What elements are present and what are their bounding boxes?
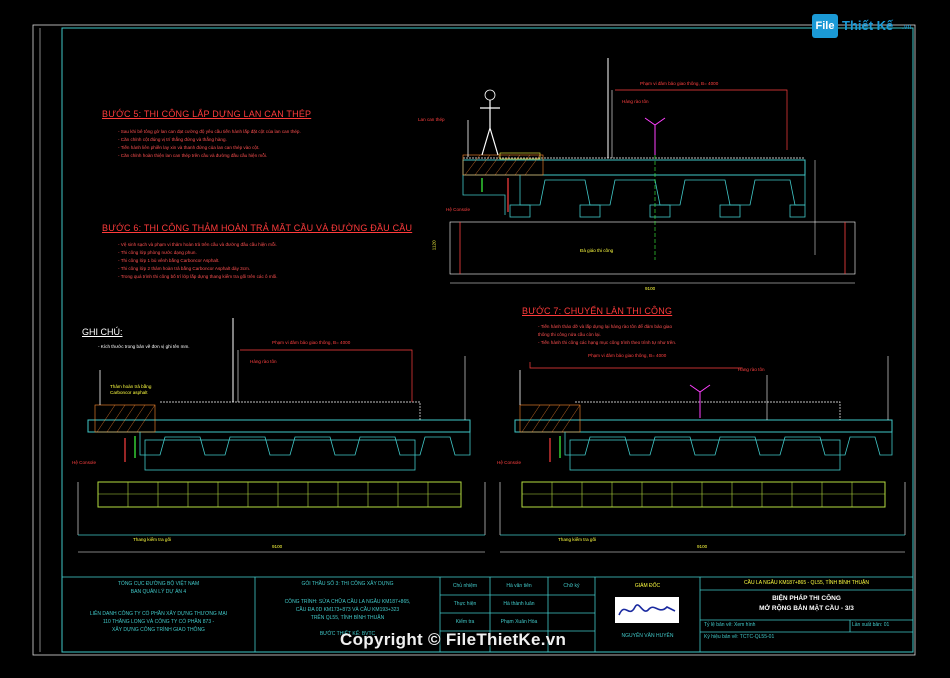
tb-contractor-3: XÂY DỰNG CÔNG TRÌNH GIAO THÔNG (112, 627, 205, 633)
outer-frame (32, 24, 916, 656)
tb-drawing-title-1: BIỆN PHÁP THI CÔNG (772, 595, 841, 602)
step6-title: BƯỚC 6: THI CÔNG THẢM HOÀN TRẢ MẶT CẦU V… (102, 223, 413, 233)
tb-name-3: Phạm Xuân Hòa (500, 619, 538, 625)
logo-name: Thiết Kế (842, 18, 894, 33)
railing-label: Lan can thép (418, 117, 445, 122)
tb-director-title: GIÁM ĐỐC (634, 583, 661, 589)
step5-note-2: - Căn chỉnh cột đúng vị trí thẳng đứng v… (118, 137, 227, 142)
step7-note-1: - Tiến hành tháo dỡ và lắp dựng lại hàng… (538, 324, 673, 329)
note-title: GHI CHÚ: (82, 327, 123, 337)
logo-domain: .vn (902, 24, 912, 31)
tb-sheet-no: Ký hiệu bản vẽ: TCTC-QL55-01 (704, 634, 775, 640)
step6-note-5: - Trong quá trình thi công bố trí lớp lắ… (118, 274, 278, 279)
dim-height: 1120 (431, 240, 437, 251)
tb-project-1: CÔNG TRÌNH: SỬA CHỮA CẦU LA NGÂU KM187+8… (284, 599, 411, 605)
console-label-right: Hệ Console (497, 460, 522, 465)
copyright-watermark: Copyright © FileThietKe.vn (340, 630, 567, 649)
tb-contractor-1: LIÊN DANH CÔNG TY CỔ PHẦN XÂY DỰNG THƯƠN… (89, 611, 228, 617)
tb-drawing-title-2: MỞ RỘNG BẢN MẶT CẦU - 3/3 (759, 605, 854, 612)
asphalt-label: Thảm hoàn trả bằng Carboncor asphalt (110, 384, 152, 395)
ladder-label-left: Thang kiểm tra gối (133, 537, 172, 542)
step5-note-4: - Căn chỉnh hoàn thiện lan can thép trên… (118, 153, 268, 158)
note-text: - Kích thước trong bản vẽ đơn vị ghi tên… (98, 344, 190, 349)
dim-right: 9100 (697, 544, 708, 549)
fence-label-right: Hàng rào tôn (738, 367, 765, 372)
section-top (449, 58, 856, 284)
tb-project-3: TRÊN QL55, TỈNH BÌNH THUẬN (310, 615, 385, 621)
tb-project-2: CẦU ĐA 0D KM173+873 VÀ CẦU KM193+323 (295, 607, 400, 613)
dim-left: 9100 (272, 544, 283, 549)
step6-note-4: - Thi công lớp 2 thảm hoàn trả bằng Carb… (118, 266, 251, 271)
traffic-range-label-top: Phạm vi đảm bảo giao thông, B= 4000 (640, 81, 719, 86)
console-label-left: Hệ Console (72, 460, 97, 465)
fence-label-left: Hàng rào tôn (250, 359, 277, 364)
tb-scale: Tỷ lệ bản vẽ: Xem hình (704, 622, 756, 628)
step5-title: BƯỚC 5: THI CÔNG LẮP DỰNG LAN CAN THÉP (102, 109, 312, 119)
section-bottom-right (499, 356, 906, 553)
tb-revision: Lần xuất bản: 01 (852, 622, 890, 628)
tb-package: GÓI THẦU SỐ 3: THI CÔNG XÂY DỰNG (301, 581, 394, 587)
tb-contractor-2: 110 THĂNG LONG VÀ CÔNG TY CỔ PHẦN 873 - (102, 619, 215, 625)
ladder-label-right: Thang kiểm tra gối (558, 537, 597, 542)
logo-badge: File (812, 14, 838, 38)
step6-note-2: - Thi công lớp phòng nước dạng phun. (118, 250, 197, 255)
fence-label-top: Hàng rào tôn (622, 99, 649, 104)
step5-note-3: - Tiến hành liên phiền lay xin và thanh … (118, 145, 260, 150)
scaffold-label: Đà giáo thi công (580, 248, 614, 253)
tb-role-2: Thực hiện (453, 601, 477, 607)
step6-note-1: - Vệ sinh sạch và phạm vi thảm hoàn trả … (118, 242, 277, 247)
traffic-range-label-left: Phạm vi đảm bảo giao thông, B= 4000 (272, 340, 351, 345)
cad-drawing-sheet: File Thiết Kế .vn BƯỚC 5: THI CÔNG LẮP D… (0, 0, 950, 673)
tb-org-1: TỔNG CỤC ĐƯỜNG BỘ VIỆT NAM (117, 581, 200, 587)
section-bottom-left (77, 318, 486, 553)
inner-frame (61, 27, 914, 653)
step7-note-3: - Tiến hành thi công các hạng mục công t… (538, 340, 677, 345)
step7-title: BƯỚC 7: CHUYỂN LÀN THI CÔNG (522, 306, 673, 316)
tb-role-1: Chủ nhiệm (452, 583, 478, 589)
drawing-canvas (32, 24, 916, 656)
signature-image (615, 597, 679, 623)
step6-note-3: - Thi công lớp 1 bù vênh bằng Carboncor … (118, 258, 220, 263)
step7-note-2: thông thi công nửa cầu còn lại. (538, 332, 601, 337)
dim-top: 9100 (645, 286, 656, 291)
tb-bridge: CẦU LA NGÂU KM187+865 - QL55, TỈNH BÌNH … (744, 580, 869, 586)
tb-name-1: Hà văn tiên (506, 583, 532, 589)
tb-name-2: Hà thành luân (503, 601, 535, 607)
console-label-top: Hệ Console (446, 207, 471, 212)
traffic-range-label-right: Phạm vi đảm bảo giao thông, B= 4000 (588, 353, 667, 358)
tb-org-2: BAN QUẢN LÝ DỰ ÁN 4 (130, 589, 187, 595)
tb-role-3: Kiểm tra (455, 619, 475, 625)
step5-note-1: - Sau khi bê tông gờ lan can đạt cường đ… (118, 129, 301, 134)
tb-sign-col: Chữ ký (563, 583, 580, 589)
tb-director-name: NGUYỄN VĂN HUYÊN (621, 633, 674, 639)
